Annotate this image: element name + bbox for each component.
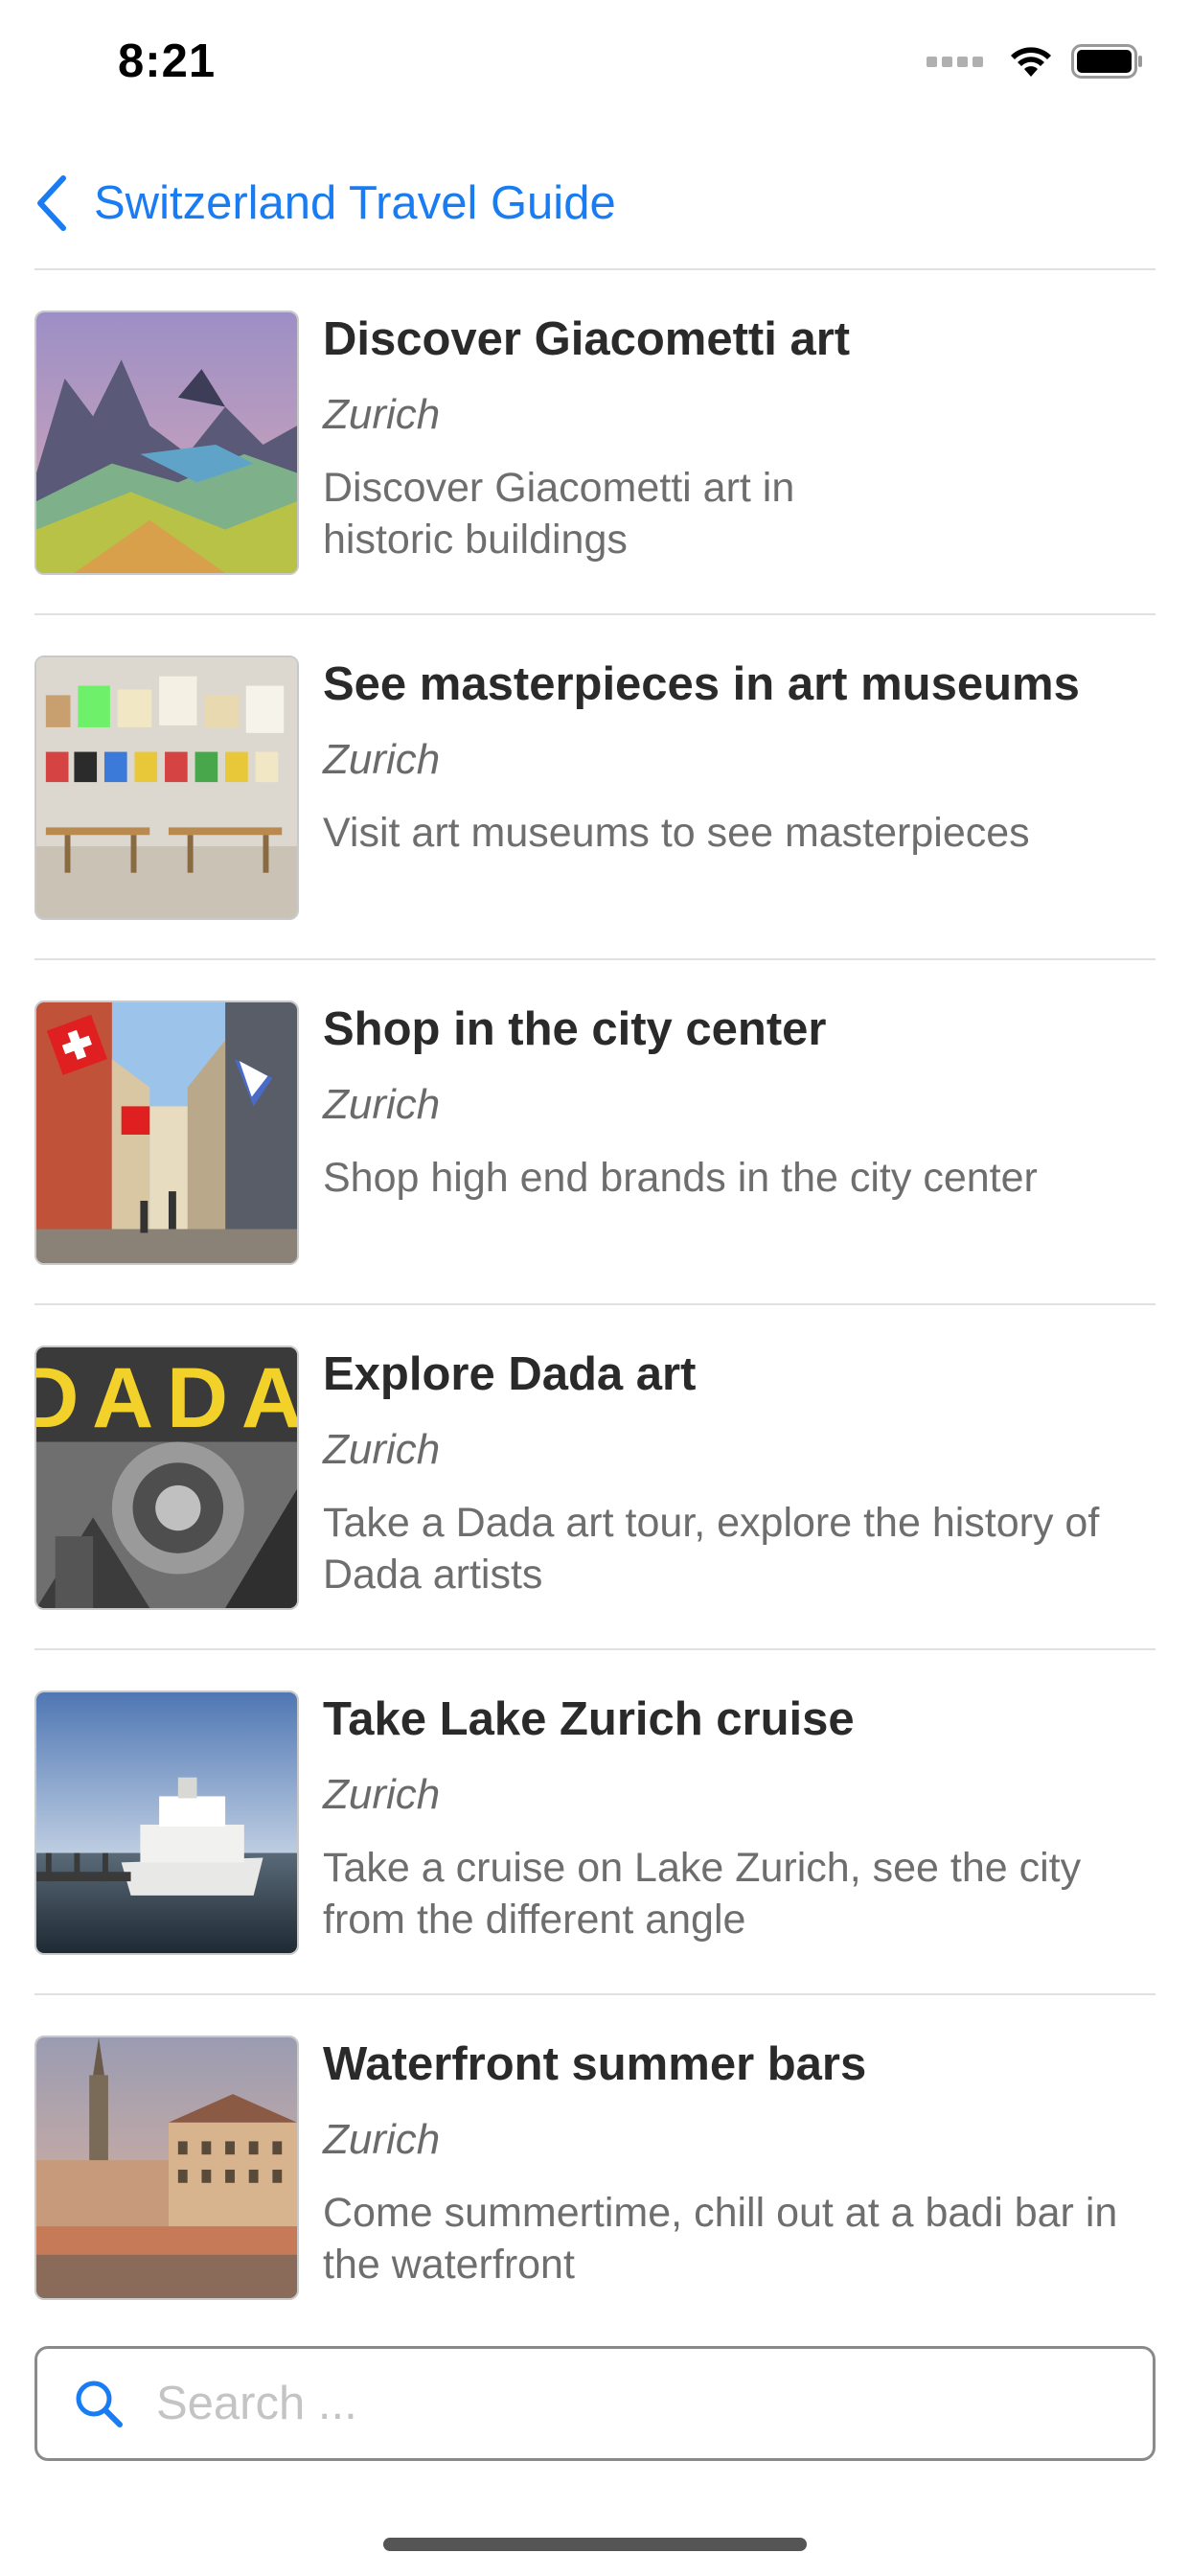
street-with-flags-thumbnail: [34, 1000, 299, 1265]
cellular-signal-icon: [927, 56, 983, 67]
list-item[interactable]: See masterpieces in art museums Zurich V…: [34, 615, 1156, 960]
dada-poster-text: DADA: [36, 1350, 297, 1445]
list-item[interactable]: Waterfront summer bars Zurich Come summe…: [34, 1995, 1156, 2340]
list-item-description: Take a cruise on Lake Zurich, see the ci…: [323, 1845, 1082, 1943]
status-time: 8:21: [118, 35, 217, 87]
list-item[interactable]: Take Lake Zurich cruise Zurich Take a cr…: [34, 1650, 1156, 1995]
status-indicators: [927, 44, 1144, 79]
list-item-description: Shop high end brands in the city center: [323, 1155, 1038, 1201]
search-input[interactable]: [154, 2376, 1116, 2431]
waterfront-city-thumbnail: [34, 2036, 299, 2300]
list-item-title: See masterpieces in art museums: [323, 658, 1080, 710]
list-item-text: See masterpieces in art museums Zurich V…: [323, 654, 1137, 859]
list-item-city: Zurich: [323, 736, 441, 783]
back-button-label: Switzerland Travel Guide: [94, 177, 616, 229]
list-item-description: Take a Dada art tour, explore the histor…: [323, 1500, 1100, 1598]
battery-icon: [1071, 44, 1144, 79]
list-item-city: Zurich: [323, 1426, 441, 1473]
list-item-text: Shop in the city center Zurich Shop high…: [323, 999, 1137, 1204]
list-item-title: Shop in the city center: [323, 1003, 827, 1055]
list-item-text: Waterfront summer bars Zurich Come summe…: [323, 2034, 1137, 2290]
list-item-text: Explore Dada art Zurich Take a Dada art …: [323, 1344, 1137, 1600]
list-item-title: Discover Giacometti art: [323, 313, 851, 365]
museum-wall-thumbnail: [34, 656, 299, 920]
home-indicator[interactable]: [383, 2538, 807, 2551]
lake-boat-thumbnail: [34, 1690, 299, 1955]
dada-poster-thumbnail: DADA: [34, 1346, 299, 1610]
chevron-left-icon: [34, 174, 69, 232]
search-bar[interactable]: [34, 2346, 1156, 2461]
list-item[interactable]: DADA Explore Dada art Zurich Take a Dada…: [34, 1305, 1156, 1650]
list-item-description: Come summertime, chill out at a badi bar…: [323, 2190, 1118, 2288]
list-item-title: Explore Dada art: [323, 1348, 697, 1400]
wifi-icon: [1008, 44, 1054, 79]
list-item[interactable]: Discover Giacometti art Zurich Discover …: [34, 270, 1156, 615]
list-item-description: Discover Giacometti art in historic buil…: [323, 465, 795, 563]
list-item[interactable]: Shop in the city center Zurich Shop high…: [34, 960, 1156, 1305]
back-button[interactable]: Switzerland Travel Guide: [34, 157, 616, 249]
search-icon: [76, 2380, 123, 2427]
giacometti-painting-thumbnail: [34, 310, 299, 575]
attractions-list: Discover Giacometti art Zurich Discover …: [34, 270, 1156, 2340]
list-item-title: Take Lake Zurich cruise: [323, 1693, 855, 1745]
list-item-title: Waterfront summer bars: [323, 2038, 867, 2090]
list-item-city: Zurich: [323, 1081, 441, 1128]
status-bar: 8:21: [0, 0, 1190, 126]
list-item-city: Zurich: [323, 391, 441, 438]
list-item-text: Take Lake Zurich cruise Zurich Take a cr…: [323, 1689, 1137, 1945]
list-item-description: Visit art museums to see masterpieces: [323, 810, 1030, 856]
list-item-city: Zurich: [323, 2116, 441, 2163]
list-item-text: Discover Giacometti art Zurich Discover …: [323, 309, 1137, 565]
navigation-bar: Switzerland Travel Guide: [0, 144, 1190, 268]
list-item-city: Zurich: [323, 1771, 441, 1818]
